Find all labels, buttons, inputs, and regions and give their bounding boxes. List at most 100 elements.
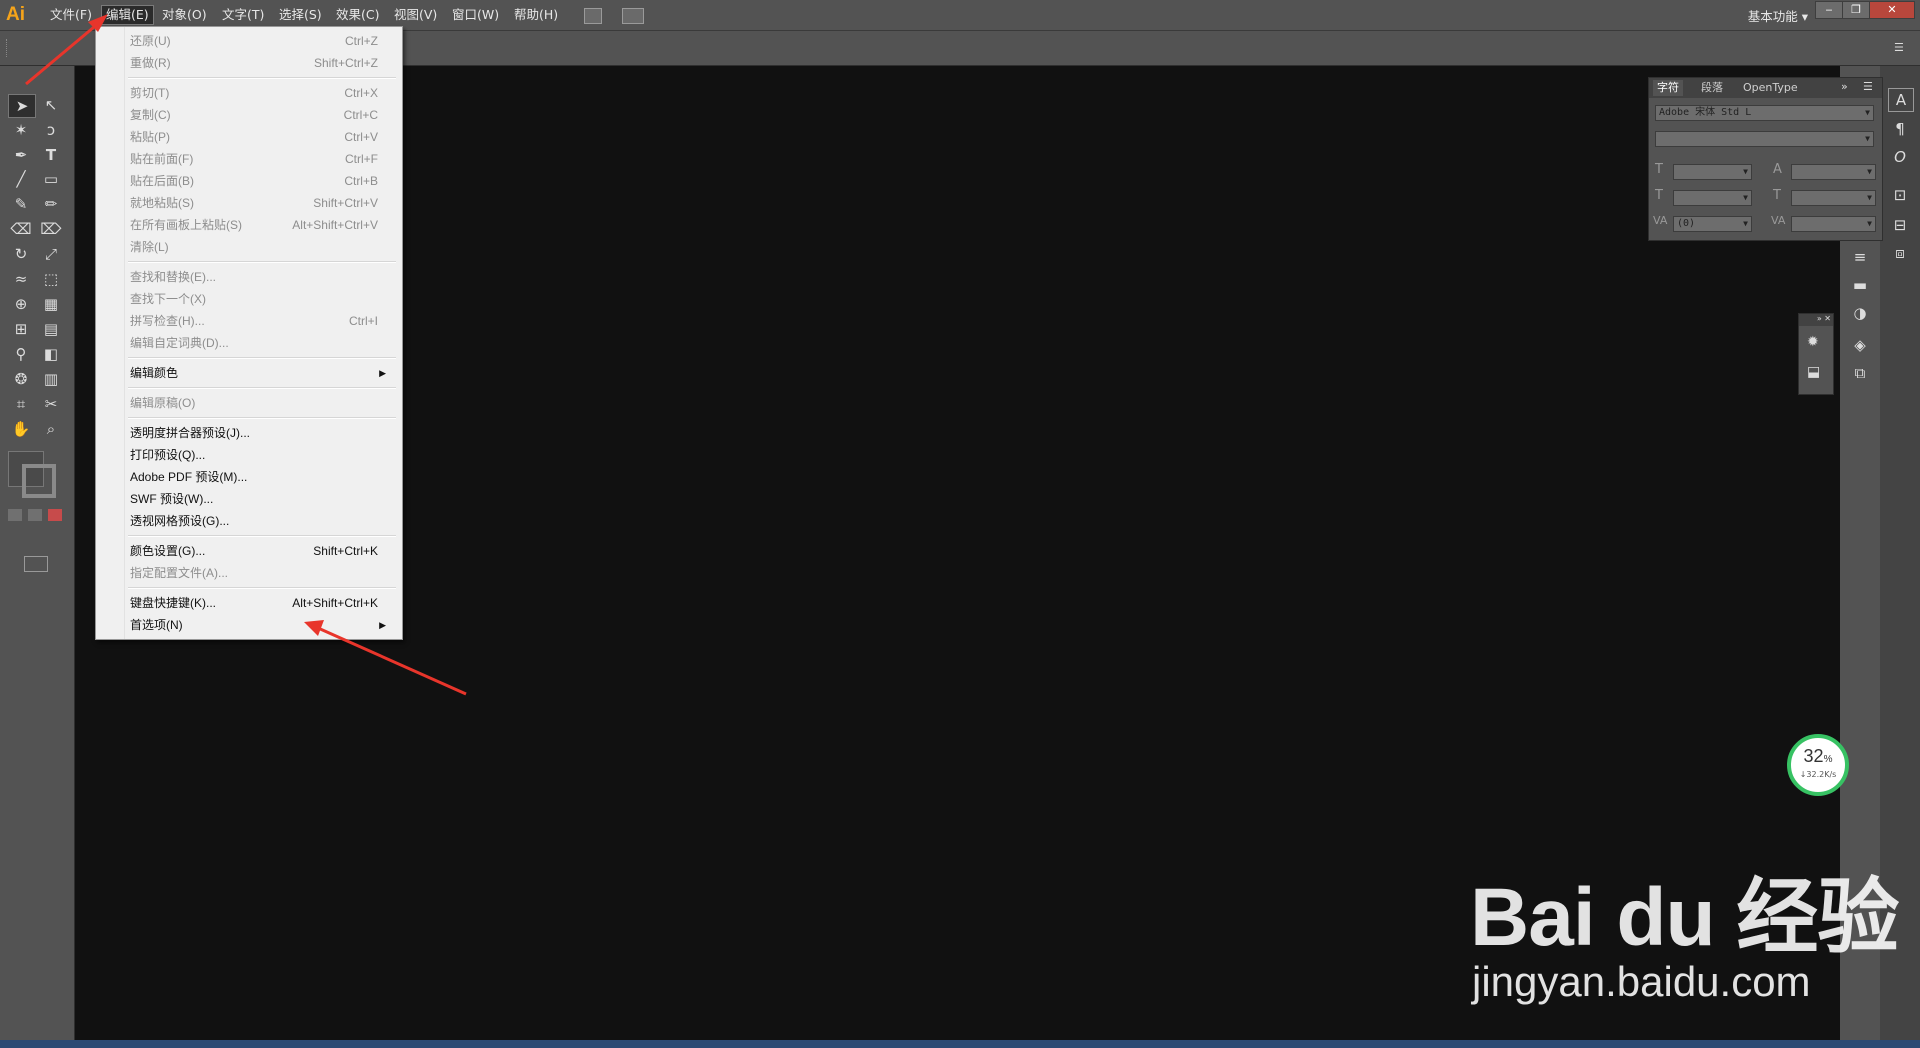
edit-menu-item-4[interactable]: 粘贴(P) Ctrl+V — [130, 126, 394, 148]
blob-brush-tool-icon[interactable]: ⌫ — [8, 218, 34, 240]
menu-item-6[interactable]: 视图(V) — [390, 6, 441, 24]
gradient-panel-icon[interactable]: ▬ — [1848, 274, 1872, 296]
font-style-select[interactable]: ▼ — [1655, 131, 1874, 147]
tracking-field[interactable]: ▼ — [1791, 216, 1876, 232]
close-icon[interactable]: » ✕ — [1799, 314, 1833, 326]
menu-item-0[interactable]: 文件(F) — [46, 6, 96, 24]
perspective-grid-tool-icon[interactable]: ▦ — [38, 293, 64, 315]
eraser-tool-icon[interactable]: ⌦ — [38, 218, 64, 240]
warp-tool-icon[interactable]: ≈ — [8, 268, 34, 290]
transform-panel-icon[interactable]: ⊡ — [1888, 184, 1912, 206]
paintbrush-tool-icon[interactable]: ✎ — [8, 193, 34, 215]
edit-menu-item-10[interactable]: 查找和替换(E)... — [130, 266, 394, 288]
edit-menu-item-20[interactable]: 透视网格预设(G)... — [130, 510, 394, 532]
appearance-panel-icon[interactable]: ✹ — [1807, 334, 1825, 352]
network-speed-badge[interactable]: 32% ↓32.2K/s — [1787, 734, 1849, 796]
edit-menu-item-15[interactable]: 编辑原稿(O) — [130, 392, 394, 414]
selection-tool-icon[interactable]: ➤ — [8, 94, 36, 118]
menu-item-5[interactable]: 效果(C) — [332, 6, 383, 24]
minimize-button[interactable]: ‒ — [1815, 1, 1843, 19]
edit-menu-item-22[interactable]: 指定配置文件(A)... — [130, 562, 394, 584]
horizontal-scale-field[interactable]: ▼ — [1791, 190, 1876, 206]
magic-wand-tool-icon[interactable]: ✶ — [8, 119, 34, 141]
font-size-field[interactable]: ▼ — [1673, 164, 1752, 180]
menu-item-8[interactable]: 帮助(H) — [510, 6, 562, 24]
leading-field[interactable]: ▼ — [1791, 164, 1876, 180]
edit-menu-item-18[interactable]: Adobe PDF 预设(M)... — [130, 466, 394, 488]
edit-menu-item-6[interactable]: 贴在后面(B) Ctrl+B — [130, 170, 394, 192]
lasso-tool-icon[interactable]: ↄ — [38, 119, 64, 141]
edit-menu-item-14[interactable]: 编辑颜色 ▶ — [130, 362, 394, 384]
mesh-tool-icon[interactable]: ⊞ — [8, 318, 34, 340]
pencil-tool-icon[interactable]: ✏ — [38, 193, 64, 215]
edit-menu-item-1[interactable]: 重做(R) Shift+Ctrl+Z — [130, 52, 394, 74]
tab-paragraph[interactable]: 段落 — [1697, 80, 1727, 96]
layers-panel-icon[interactable]: ◈ — [1848, 334, 1872, 356]
color-mode-icon[interactable] — [8, 509, 22, 521]
edit-menu-item-11[interactable]: 查找下一个(X) — [130, 288, 394, 310]
bridge-icon[interactable] — [584, 8, 602, 24]
edit-menu-item-19[interactable]: SWF 预设(W)... — [130, 488, 394, 510]
stroke-panel-icon[interactable]: ≡ — [1848, 246, 1872, 268]
zoom-tool-icon[interactable]: ⌕ — [38, 418, 64, 440]
artboards-panel-icon[interactable]: ⧉ — [1848, 362, 1872, 384]
rotate-tool-icon[interactable]: ↻ — [8, 243, 34, 265]
edit-menu-item-24[interactable]: 首选项(N) ▶ — [130, 614, 394, 636]
edit-menu-item-3[interactable]: 复制(C) Ctrl+C — [130, 104, 394, 126]
edit-menu-item-7[interactable]: 就地粘贴(S) Shift+Ctrl+V — [130, 192, 394, 214]
edit-menu-item-13[interactable]: 编辑自定词典(D)... — [130, 332, 394, 354]
menu-item-4[interactable]: 选择(S) — [275, 6, 326, 24]
hand-tool-icon[interactable]: ✋ — [8, 418, 34, 440]
screen-mode-icon[interactable] — [24, 556, 48, 572]
character-panel-icon[interactable]: A — [1888, 88, 1914, 112]
scale-tool-icon[interactable]: ⤢ — [38, 243, 64, 265]
edit-menu-item-9[interactable]: 清除(L) — [130, 236, 394, 258]
workspace-switcher[interactable]: 基本功能 ▾ — [1748, 6, 1808, 25]
symbol-sprayer-tool-icon[interactable]: ❂ — [8, 368, 34, 390]
control-bar-grip[interactable] — [6, 39, 10, 57]
edit-menu-item-17[interactable]: 打印预设(Q)... — [130, 444, 394, 466]
menu-item-1[interactable]: 编辑(E) — [101, 5, 154, 25]
tab-opentype[interactable]: OpenType — [1739, 80, 1802, 96]
panel-menu-icon[interactable]: ☰ — [1894, 41, 1910, 54]
opentype-panel-icon[interactable]: O — [1888, 146, 1912, 168]
edit-menu-item-5[interactable]: 贴在前面(F) Ctrl+F — [130, 148, 394, 170]
menu-item-7[interactable]: 窗口(W) — [448, 6, 503, 24]
panel-menu-icon[interactable]: ☰ — [1863, 80, 1873, 93]
transparency-panel-icon[interactable]: ◑ — [1848, 302, 1872, 324]
line-tool-icon[interactable]: ╱ — [8, 168, 34, 190]
align-panel-icon[interactable]: ⊟ — [1888, 214, 1912, 236]
gradient-tool-icon[interactable]: ▤ — [38, 318, 64, 340]
graphic-styles-panel-icon[interactable]: ⬓ — [1807, 364, 1825, 382]
close-button[interactable]: ✕ — [1869, 1, 1915, 19]
none-mode-icon[interactable] — [48, 509, 62, 521]
edit-menu-item-23[interactable]: 键盘快捷键(K)... Alt+Shift+Ctrl+K — [130, 592, 394, 614]
pathfinder-panel-icon[interactable]: ⧈ — [1888, 242, 1912, 264]
edit-menu-item-21[interactable]: 颜色设置(G)... Shift+Ctrl+K — [130, 540, 394, 562]
direct-selection-tool-icon[interactable]: ↖ — [38, 94, 64, 116]
eyedropper-tool-icon[interactable]: ⚲ — [8, 343, 34, 365]
edit-menu-item-12[interactable]: 拼写检查(H)... Ctrl+I — [130, 310, 394, 332]
menu-item-3[interactable]: 文字(T) — [218, 6, 268, 24]
font-family-select[interactable]: Adobe 宋体 Std L ▼ — [1655, 105, 1874, 121]
slice-tool-icon[interactable]: ✂ — [38, 393, 64, 415]
type-tool-icon[interactable]: T — [38, 144, 64, 166]
pen-tool-icon[interactable]: ✒ — [8, 144, 34, 166]
kerning-field[interactable]: (0) ▼ — [1673, 216, 1752, 232]
gradient-mode-icon[interactable] — [28, 509, 42, 521]
edit-menu-item-2[interactable]: 剪切(T) Ctrl+X — [130, 82, 394, 104]
paragraph-panel-icon[interactable]: ¶ — [1888, 118, 1912, 140]
rectangle-tool-icon[interactable]: ▭ — [38, 168, 64, 190]
column-graph-tool-icon[interactable]: ▥ — [38, 368, 64, 390]
panel-collapse-icon[interactable]: » — [1841, 80, 1848, 93]
edit-menu-item-0[interactable]: 还原(U) Ctrl+Z — [130, 30, 394, 52]
arrange-documents-icon[interactable] — [622, 8, 644, 24]
menu-item-2[interactable]: 对象(O) — [158, 6, 211, 24]
stroke-color-icon[interactable] — [22, 464, 56, 498]
vertical-scale-field[interactable]: ▼ — [1673, 190, 1752, 206]
restore-button[interactable]: ❐ — [1842, 1, 1870, 19]
edit-menu-item-8[interactable]: 在所有画板上粘贴(S) Alt+Shift+Ctrl+V — [130, 214, 394, 236]
free-transform-tool-icon[interactable]: ⬚ — [38, 268, 64, 290]
tab-character[interactable]: 字符 — [1653, 80, 1683, 96]
shape-builder-tool-icon[interactable]: ⊕ — [8, 293, 34, 315]
